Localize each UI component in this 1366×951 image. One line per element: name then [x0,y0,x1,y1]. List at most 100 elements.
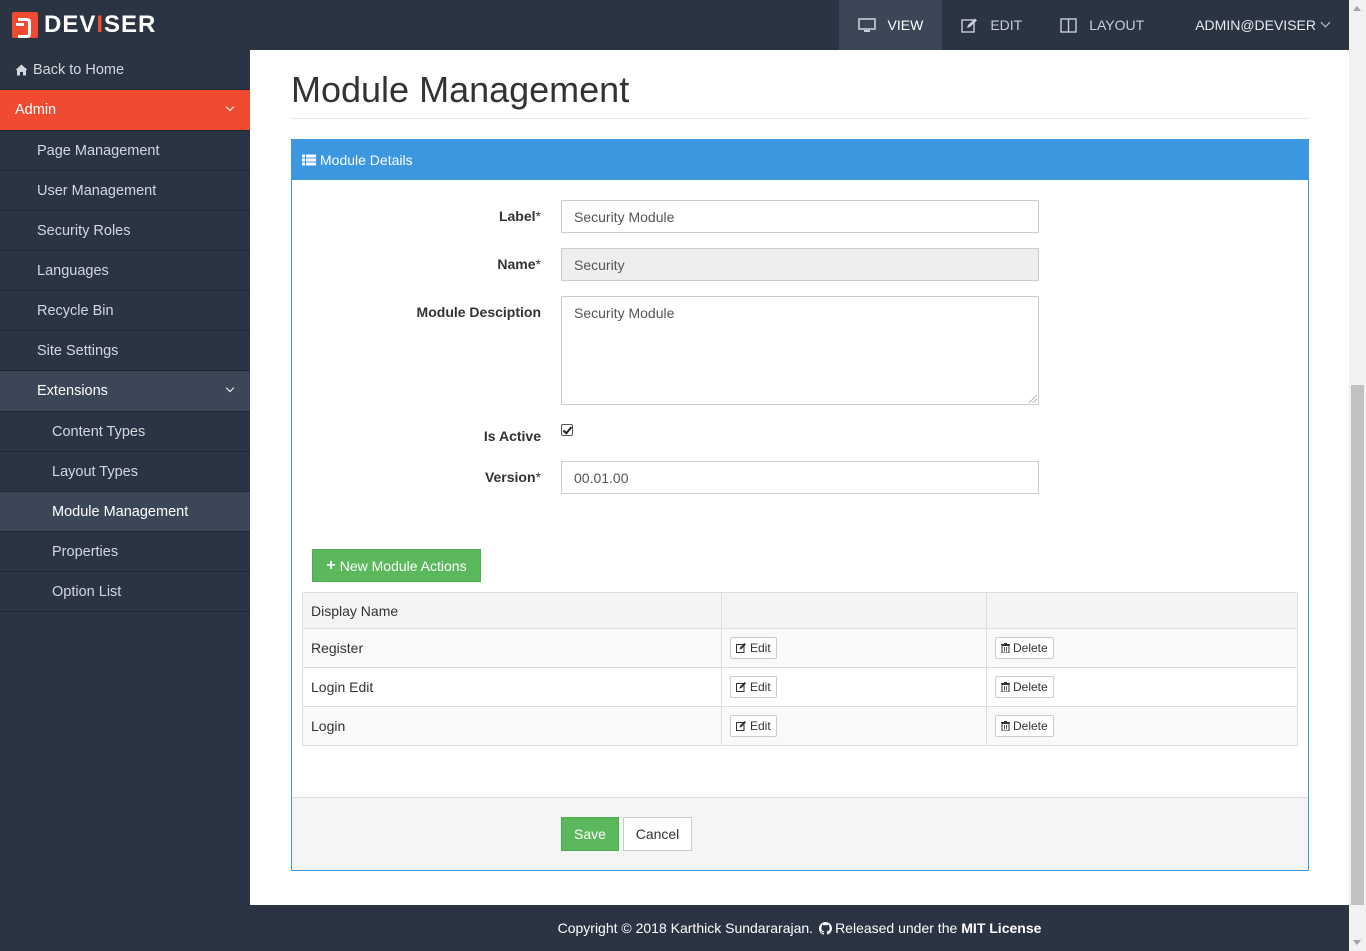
delete-row-button[interactable]: Delete [995,715,1054,737]
top-nav-menu: VIEW EDIT LAYOUT ADMIN@DEVISER [838,0,1349,50]
trash-icon [1001,721,1010,731]
is-active-label: Is Active [483,428,541,444]
display-name-cell: Login Edit [302,667,722,707]
delete-label: Delete [1013,719,1048,733]
delete-cell: Delete [986,667,1298,707]
sidebar-item-label: Content Types [52,423,146,440]
trash-icon [1001,643,1010,653]
cancel-button[interactable]: Cancel [623,817,692,851]
sidebar: Back to Home Admin Page Management User … [0,50,250,951]
sidebar-item-label: Properties [52,543,119,560]
label-input[interactable]: Security Module [561,200,1039,233]
is-active-checkbox[interactable] [561,424,573,436]
sidebar-item-back-to-home[interactable]: Back to Home [0,50,250,90]
sidebar-item-layout-types[interactable]: Layout Types [0,452,250,492]
layout-mode-button[interactable]: LAYOUT [1041,0,1163,50]
brand[interactable]: DEVISER [0,11,250,39]
sidebar-item-label: Module Management [52,503,189,520]
sidebar-item-label: Admin [15,102,57,118]
new-module-actions-label: New Module Actions [339,557,467,574]
module-actions-table: Display Name Register Edit Delete Login … [302,592,1298,746]
sidebar-item-label: Security Roles [37,222,131,239]
edit-label: EDIT [990,17,1023,33]
chevron-down-icon [225,102,235,112]
edit-mode-button[interactable]: EDIT [942,0,1041,50]
sidebar-item-label: Option List [52,583,122,600]
sidebar-item-content-types[interactable]: Content Types [0,412,250,452]
scroll-down-arrow-icon[interactable] [1353,940,1361,945]
columns-icon [1060,17,1077,33]
sidebar-item-label: Layout Types [52,463,138,480]
sidebar-item-user-management[interactable]: User Management [0,171,250,211]
sidebar-item-properties[interactable]: Properties [0,532,250,572]
delete-label: Delete [1013,641,1048,655]
sidebar-item-label: Extensions [37,383,108,399]
edit-cell: Edit [721,628,987,668]
edit-label: Edit [750,641,771,655]
scrollbar-thumb[interactable] [1351,385,1364,905]
user-label: ADMIN@DEVISER [1195,17,1316,33]
home-icon [15,64,28,76]
edit-cell: Edit [721,706,987,746]
sidebar-item-option-list[interactable]: Option List [0,572,250,612]
label-field-label: Label* [498,208,541,224]
version-input[interactable]: 00.01.00 [561,461,1039,494]
delete-row-button[interactable]: Delete [995,676,1054,698]
edit-icon [736,721,747,731]
copyright-text: Copyright © 2018 Karthick Sundararajan. [557,920,814,936]
column-header-delete [986,592,1298,629]
edit-cell: Edit [721,667,987,707]
description-text: Security Module [574,305,675,321]
chevron-down-icon [225,383,235,393]
page-title: Module Management [291,69,630,110]
brand-logo-icon [12,12,38,38]
sidebar-item-site-settings[interactable]: Site Settings [0,331,250,371]
name-field-label: Name* [497,256,541,272]
resize-handle-icon[interactable] [1029,395,1037,403]
trash-icon [1001,682,1010,692]
brand-name: DEVISER [44,11,157,38]
edit-row-button[interactable]: Edit [730,715,777,737]
edit-row-button[interactable]: Edit [730,676,777,698]
version-field-label: Version* [484,469,541,485]
module-details-panel: Module Details Label* Security Module Na… [291,139,1309,871]
top-navbar: DEVISER VIEW EDIT LAYOUT ADMIN@DEVISER [0,0,1349,50]
sidebar-item-module-management[interactable]: Module Management [0,492,250,532]
table-header-row: Display Name [302,592,1298,629]
panel-title: Module Details [320,152,413,168]
license-link[interactable]: MIT License [961,920,1041,936]
new-module-actions-button[interactable]: + New Module Actions [312,549,481,582]
save-button[interactable]: Save [561,817,619,851]
description-textarea[interactable]: Security Module [561,296,1039,405]
edit-icon [961,18,978,33]
delete-row-button[interactable]: Delete [995,637,1054,659]
scroll-up-arrow-icon[interactable] [1353,6,1361,11]
edit-label: Edit [750,719,771,733]
edit-icon [736,643,747,653]
released-text: Released under the [835,920,958,936]
edit-row-button[interactable]: Edit [730,637,777,659]
sidebar-item-label: Back to Home [33,61,125,78]
name-input: Security [561,248,1039,281]
sidebar-item-extensions[interactable]: Extensions [0,371,250,412]
view-label: VIEW [887,17,924,33]
user-menu-dropdown[interactable]: ADMIN@DEVISER [1163,0,1349,50]
sidebar-item-label: Languages [37,262,109,279]
table-row: Login Edit Edit Delete [302,667,1298,707]
sidebar-item-admin[interactable]: Admin [0,90,250,131]
sidebar-item-security-roles[interactable]: Security Roles [0,211,250,251]
vertical-scrollbar[interactable] [1349,0,1366,951]
view-mode-button[interactable]: VIEW [838,0,943,50]
sidebar-item-label: Page Management [37,142,160,159]
sidebar-item-label: Recycle Bin [37,302,114,319]
sidebar-item-recycle-bin[interactable]: Recycle Bin [0,291,250,331]
sidebar-item-label: User Management [37,182,157,199]
display-name-cell: Login [302,706,722,746]
github-icon [819,921,833,935]
column-header-edit [721,592,987,629]
title-divider [291,118,1309,119]
edit-label: Edit [750,680,771,694]
sidebar-item-page-management[interactable]: Page Management [0,131,250,171]
layout-label: LAYOUT [1089,17,1145,33]
sidebar-item-languages[interactable]: Languages [0,251,250,291]
